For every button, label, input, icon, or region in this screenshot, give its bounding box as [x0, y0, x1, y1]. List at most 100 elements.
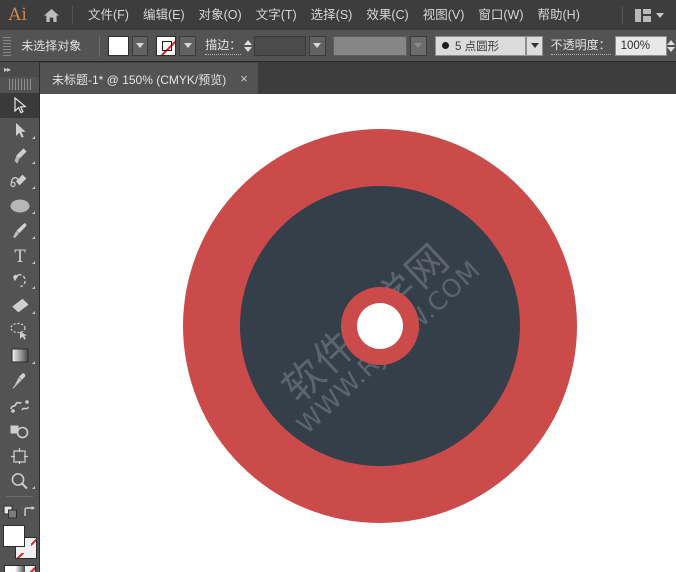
stepper-down-icon [244, 47, 252, 52]
menu-type[interactable]: 文字(T) [249, 0, 304, 30]
tools-panel-expand-button[interactable]: ▸▸ [0, 62, 39, 77]
svg-text:T: T [14, 247, 26, 264]
default-fill-stroke-icon[interactable] [3, 505, 18, 519]
tool-flyout-indicator [32, 486, 35, 489]
tools-color-controls [0, 500, 39, 572]
tool-zoom[interactable] [0, 468, 39, 493]
tool-direct-selection[interactable] [0, 118, 39, 143]
selection-arrow-icon [13, 97, 27, 114]
tool-flyout-indicator [32, 361, 35, 364]
workspace-switcher[interactable] [631, 9, 668, 22]
document-tab-bar: 未标题-1* @ 150% (CMYK/预览) × [0, 62, 676, 94]
stepper-up-icon [244, 40, 252, 45]
menu-select[interactable]: 选择(S) [304, 0, 360, 30]
menu-bar: Ai 文件(F) 编辑(E) 对象(O) 文字(T) 选择(S) 效果(C) 视… [0, 0, 676, 30]
control-divider-1 [99, 35, 100, 57]
document-tab[interactable]: 未标题-1* @ 150% (CMYK/预览) × [40, 63, 258, 94]
close-icon[interactable]: × [238, 72, 250, 87]
stroke-weight-stepper[interactable] [241, 36, 254, 56]
chevron-down-icon [313, 43, 321, 48]
color-mode-color-button[interactable] [5, 566, 15, 572]
variable-width-profile-dropdown[interactable] [410, 36, 427, 56]
opacity-input[interactable]: 100% [615, 36, 667, 56]
paintbrush-icon [10, 222, 29, 240]
tool-flyout-indicator [32, 236, 35, 239]
magnifier-icon [10, 472, 29, 490]
variable-width-profile-input[interactable] [333, 36, 407, 56]
menu-window[interactable]: 窗口(W) [471, 0, 530, 30]
document-canvas[interactable]: 软件自学网 WWW.RJZXW.COM [41, 95, 676, 572]
type-icon: T [12, 247, 28, 264]
fill-indicator[interactable] [3, 525, 25, 547]
tool-flyout-indicator [32, 161, 35, 164]
stroke-color-dropdown[interactable] [179, 36, 196, 56]
brush-definition-label: 5 点圆形 [455, 38, 499, 54]
tool-selection[interactable] [0, 93, 39, 118]
menu-divider-right [622, 6, 623, 24]
color-mode-gradient-button[interactable] [15, 566, 25, 572]
chevron-down-icon [184, 43, 192, 48]
tool-gradient[interactable] [0, 343, 39, 368]
stroke-weight-input[interactable] [254, 36, 306, 56]
tool-shape-builder[interactable] [0, 418, 39, 443]
swap-fill-stroke-icon[interactable] [23, 506, 36, 519]
stroke-weight-dropdown[interactable] [309, 36, 326, 56]
eraser-icon [10, 297, 30, 314]
pen-icon [11, 147, 28, 165]
stepper-up-icon [667, 40, 675, 45]
tool-pen[interactable] [0, 143, 39, 168]
menu-object[interactable]: 对象(O) [192, 0, 249, 30]
tools-panel: ▸▸ T [0, 62, 40, 572]
home-icon[interactable] [36, 8, 66, 23]
color-mode-bar [4, 565, 36, 572]
menu-view[interactable]: 视图(V) [416, 0, 472, 30]
tool-lasso[interactable] [0, 318, 39, 343]
tool-blend[interactable] [0, 393, 39, 418]
curvature-icon [10, 172, 29, 189]
brush-definition-dropdown[interactable] [526, 36, 543, 56]
workspace-layout-icon [635, 9, 651, 22]
chevron-down-icon [136, 43, 144, 48]
chevron-down-icon [531, 43, 539, 48]
tools-panel-grip[interactable] [9, 79, 31, 90]
menu-file[interactable]: 文件(F) [81, 0, 136, 30]
tool-flyout-indicator [32, 136, 35, 139]
tool-curvature[interactable] [0, 168, 39, 193]
menu-help[interactable]: 帮助(H) [531, 0, 587, 30]
eyedropper-icon [11, 372, 29, 390]
tool-paintbrush[interactable] [0, 218, 39, 243]
fill-stroke-helper-row [0, 502, 39, 522]
tool-eyedropper[interactable] [0, 368, 39, 393]
artboard-icon [10, 447, 29, 465]
center-hole[interactable] [357, 303, 403, 349]
tool-flyout-indicator [32, 261, 35, 264]
tool-type[interactable]: T [0, 243, 39, 268]
gradient-icon [10, 347, 30, 364]
color-mode-none-button[interactable] [25, 566, 35, 572]
control-bar: 未选择对象 描边： 5 点圆形 [0, 30, 676, 62]
tool-rotate[interactable] [0, 268, 39, 293]
chevron-down-icon [656, 13, 664, 18]
cd-disc-artwork[interactable]: 软件自学网 WWW.RJZXW.COM [183, 129, 577, 523]
tool-flyout-indicator [32, 311, 35, 314]
rotate-icon [10, 272, 29, 290]
tool-flyout-indicator [32, 286, 35, 289]
stroke-color-swatch[interactable] [156, 36, 176, 56]
blend-icon [9, 398, 31, 414]
control-bar-grip[interactable] [3, 35, 11, 57]
opacity-stepper[interactable] [667, 36, 676, 56]
stepper-down-icon [667, 47, 675, 52]
tool-ellipse[interactable] [0, 193, 39, 218]
fill-color-swatch[interactable] [108, 36, 128, 56]
lasso-icon [9, 322, 30, 340]
fill-stroke-indicator [3, 525, 37, 559]
tool-eraser[interactable] [0, 293, 39, 318]
menubar-right-group [616, 6, 676, 24]
document-tab-title: 未标题-1* @ 150% (CMYK/预览) [52, 71, 226, 88]
menu-edit[interactable]: 编辑(E) [136, 0, 192, 30]
tool-artboard[interactable] [0, 443, 39, 468]
menu-effect[interactable]: 效果(C) [359, 0, 415, 30]
fill-color-dropdown[interactable] [132, 36, 149, 56]
tool-flyout-indicator [32, 211, 35, 214]
brush-definition-field[interactable]: 5 点圆形 [435, 36, 526, 56]
